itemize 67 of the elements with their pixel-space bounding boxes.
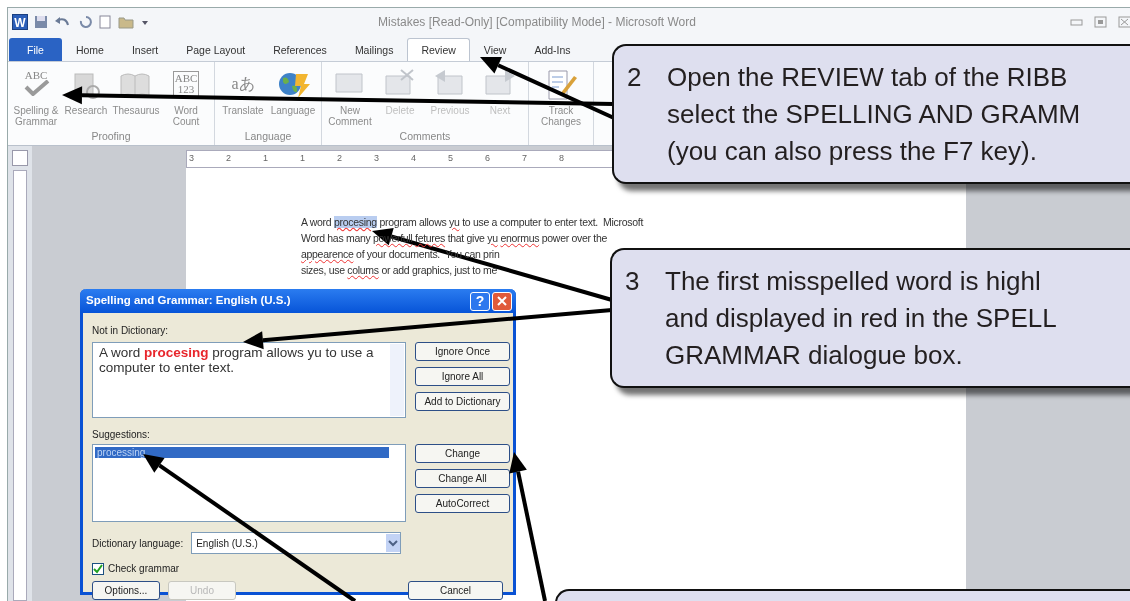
ruler-number: 2 [226, 152, 232, 166]
ruler-toggle-button[interactable] [12, 150, 28, 166]
ruler-number: 2 [337, 152, 343, 166]
dialog-title: Spelling and Grammar: English (U.S.) [86, 293, 291, 309]
ribbon-button[interactable]: aあ Translate [219, 64, 267, 129]
suggestions-list[interactable]: processing [92, 444, 406, 522]
checkbox[interactable] [92, 562, 104, 575]
document-text-line: sizes, use colums or add graphics, just to me [301, 263, 498, 278]
language-dropdown[interactable]: English (U.S.) [191, 532, 402, 554]
ruler-number: 4 [411, 152, 417, 166]
field-label: Dictionary language: [92, 536, 184, 551]
close-icon [497, 296, 507, 306]
ribbon-tab[interactable]: Review [407, 38, 470, 61]
field-label: Suggestions: [92, 428, 151, 442]
ruler-number: 3 [189, 152, 195, 166]
ribbon-tab[interactable]: Page Layout [172, 38, 260, 61]
field-label: Not in Dictionary: [92, 324, 170, 338]
cancel-button[interactable]: Cancel [408, 581, 503, 600]
close-button[interactable] [492, 291, 512, 311]
ruler-number: 5 [448, 152, 454, 166]
ruler-number: 7 [522, 152, 528, 166]
ribbon-tab[interactable]: Insert [117, 38, 173, 61]
dialog-button[interactable]: Ignore Once [415, 342, 510, 361]
word-count-icon: ABC 123 [172, 71, 200, 97]
save-icon[interactable] [34, 15, 48, 29]
step-number: 2 [627, 61, 643, 94]
dialog-button[interactable]: AutoCorrect [415, 494, 510, 513]
new-document-icon[interactable] [98, 15, 112, 29]
ribbon-tab[interactable]: References [259, 38, 341, 61]
window-title: Mistakes [Read-Only] [Compatibility Mode] - Microsoft Word [378, 14, 696, 31]
ribbon-tab[interactable]: Mailings [340, 38, 408, 61]
file-tab[interactable]: File [9, 38, 62, 61]
restore-icon[interactable] [1094, 16, 1108, 28]
ribbon-tab[interactable]: View [469, 38, 521, 61]
ruler-number: 3 [374, 152, 380, 166]
dialog-button[interactable]: Options... [92, 581, 160, 600]
group-label: Proofing [90, 129, 132, 144]
document-text-line: A word procesing program allows yu to use a computer to enter text. Microsoft [301, 215, 643, 230]
folder-icon[interactable] [118, 15, 134, 29]
dialog-button[interactable]: Ignore All [415, 367, 510, 386]
callout-text: Open the REVIEW tab of the RIBB select the SPELLING AND GRAMM (you can also press the F7 key). [667, 61, 1081, 168]
ruler-number: 8 [559, 152, 565, 166]
ruler-number: 1 [300, 152, 306, 166]
ruler-number: 6 [485, 152, 491, 166]
ribbon-button[interactable]: New Comment [326, 64, 374, 129]
dialog-button[interactable]: Change [415, 444, 510, 463]
help-button[interactable]: ? [470, 291, 490, 311]
minimize-icon[interactable] [1070, 16, 1084, 28]
suggestion-item[interactable]: processing [95, 447, 389, 458]
ribbon-button[interactable]: Track Changes [533, 64, 589, 145]
ribbon-button[interactable]: ABC 123 Word Count [162, 64, 210, 129]
dialog-button[interactable]: Change All [415, 469, 510, 488]
redo-icon[interactable] [78, 15, 92, 29]
step-number: 3 [625, 265, 641, 298]
ribbon-tab[interactable]: Home [61, 38, 118, 61]
app-logo: W [12, 14, 28, 30]
checkbox-label: Check grammar [108, 562, 180, 576]
not-in-dictionary-field[interactable]: A word procesing program allows yu to use a computer to enter text. [92, 342, 406, 418]
translate-icon: aあ [231, 75, 255, 93]
ribbon-tab[interactable]: Add-Ins [520, 38, 585, 61]
ruler-number: 1 [263, 152, 269, 166]
close-icon[interactable] [1118, 16, 1130, 28]
group-label: Comments [398, 129, 452, 144]
ribbon-button[interactable]: ABC Spelling & Grammar [12, 64, 60, 129]
callout-text: The first misspelled word is highl and displayed in red in the SPELL GRAMMAR dialogue box. [665, 265, 1057, 372]
dialog-button[interactable]: Add to Dictionary [415, 392, 510, 411]
group-label: Language [243, 129, 293, 144]
